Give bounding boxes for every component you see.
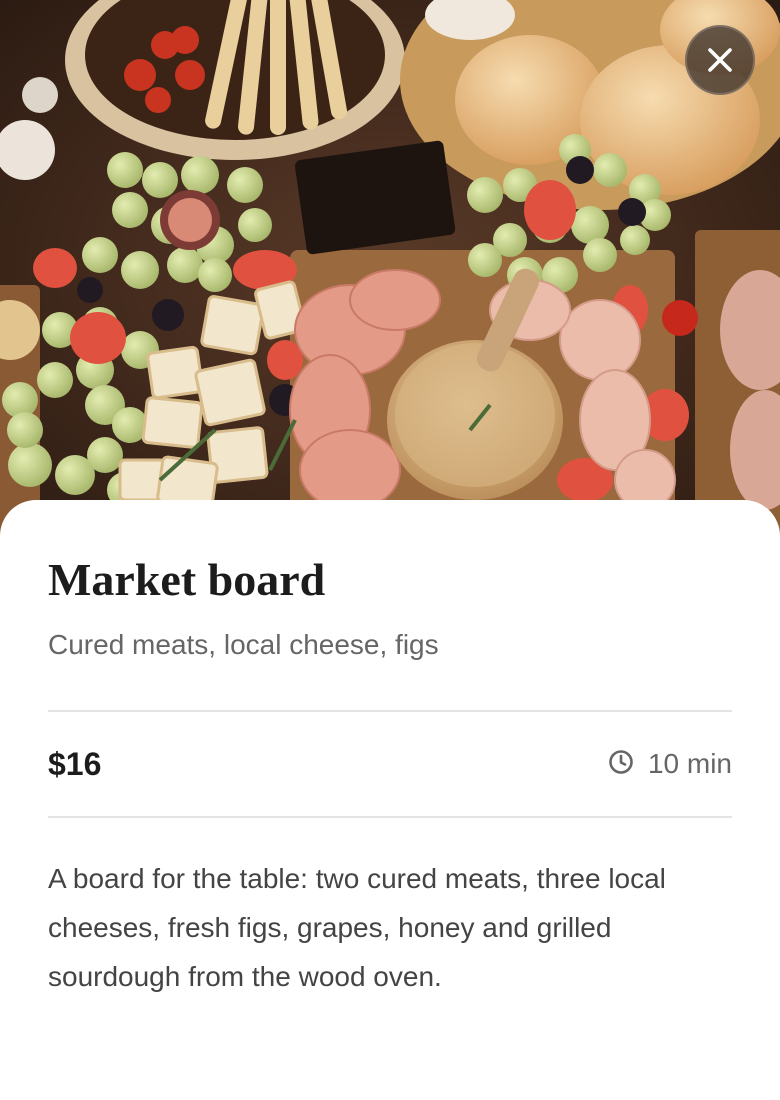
prep-time: 10 min	[608, 748, 732, 780]
dish-tagline: Cured meats, local cheese, figs	[48, 629, 439, 660]
dish-title: Market board	[48, 554, 326, 605]
price: $16	[48, 745, 102, 782]
clock-icon	[608, 749, 634, 780]
close-icon	[707, 47, 733, 73]
food-photo	[0, 0, 780, 540]
price-time-row: $16 10 min	[48, 712, 732, 816]
close-button[interactable]	[685, 25, 755, 95]
hero-image	[0, 0, 780, 540]
dish-description: A board for the table: two cured meats, …	[48, 863, 666, 992]
dish-detail-sheet: Market board Cured meats, local cheese, …	[0, 500, 780, 1100]
divider	[48, 816, 732, 818]
prep-time-label: 10 min	[647, 748, 732, 779]
